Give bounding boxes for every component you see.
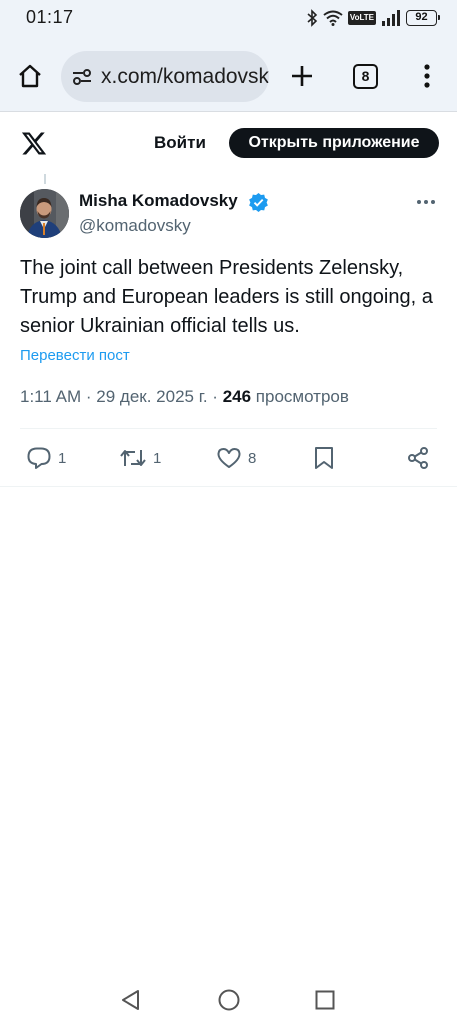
share-button[interactable] (406, 446, 430, 470)
home-icon[interactable] (16, 62, 44, 90)
status-icons: VoLTE 92 (306, 8, 440, 28)
tweet-actions: 1 1 8 (0, 440, 457, 478)
meta-separator: · (85, 387, 92, 406)
reply-button[interactable]: 1 (26, 446, 66, 470)
tweet-time[interactable]: 1:11 AM (20, 387, 81, 406)
status-bar: 01:17 VoLTE 92 (0, 0, 457, 36)
like-button[interactable]: 8 (216, 446, 256, 470)
tab-count: 8 (361, 68, 370, 84)
home-nav-icon[interactable] (217, 988, 241, 1012)
address-bar[interactable]: x.com/komadovsky (61, 51, 269, 102)
browser-toolbar: x.com/komadovsky 8 (0, 36, 457, 112)
heart-icon (217, 448, 241, 468)
retweet-count: 1 (153, 449, 162, 467)
menu-icon[interactable] (418, 62, 436, 90)
avatar[interactable] (20, 189, 69, 238)
system-nav-bar (0, 980, 457, 1024)
reply-icon (27, 447, 51, 469)
signal-icon (382, 10, 400, 26)
avatar-image (20, 189, 69, 238)
open-app-button[interactable]: Открыть приложение (229, 128, 439, 158)
views-count: 246 (222, 387, 252, 406)
retweet-button[interactable]: 1 (119, 446, 161, 470)
views-label: просмотров (255, 387, 349, 406)
translate-link[interactable]: Перевести пост (20, 347, 130, 364)
tweet-meta: 1:11 AM · 29 дек. 2025 г. · 246 просмотр… (20, 387, 349, 407)
share-icon (408, 447, 428, 469)
battery-icon: 92 (406, 10, 440, 26)
x-logo-icon[interactable] (20, 130, 48, 157)
status-time: 01:17 (26, 7, 74, 27)
divider (20, 428, 437, 429)
login-link[interactable]: Войти (154, 133, 206, 153)
tweet-text: The joint call between Presidents Zelens… (20, 257, 433, 337)
bluetooth-icon (307, 9, 318, 27)
retweet-icon (120, 450, 146, 466)
thread-line (44, 174, 46, 184)
recents-icon[interactable] (313, 988, 337, 1012)
url-text[interactable]: x.com/komadovsky (101, 65, 269, 89)
divider (0, 486, 457, 487)
bookmark-icon (315, 447, 333, 469)
volte-icon: VoLTE (347, 11, 376, 25)
back-icon[interactable] (119, 988, 143, 1012)
more-options-icon[interactable] (416, 195, 436, 209)
battery-level: 92 (415, 11, 428, 23)
bookmark-button[interactable] (313, 446, 335, 470)
tweet-date[interactable]: 29 дек. 2025 г. (96, 387, 207, 406)
new-tab-icon[interactable] (289, 63, 315, 89)
site-settings-icon[interactable] (71, 66, 93, 88)
author-name[interactable]: Misha Komadovsky (79, 191, 238, 211)
reply-count: 1 (58, 449, 67, 467)
wifi-icon (323, 10, 343, 26)
tabs-icon[interactable]: 8 (353, 64, 378, 89)
like-count: 8 (248, 449, 257, 467)
author-handle[interactable]: @komadovsky (79, 216, 191, 236)
verified-badge-icon (249, 192, 268, 213)
meta-separator: · (212, 387, 218, 406)
